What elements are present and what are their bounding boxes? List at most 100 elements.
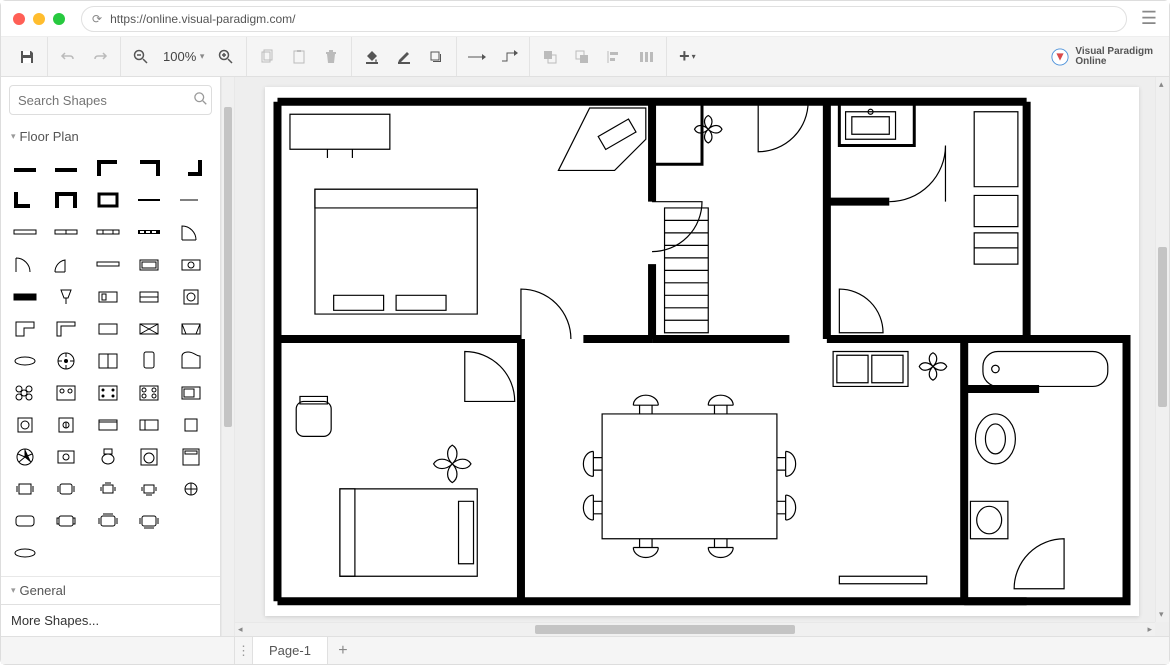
shape-fan[interactable] <box>52 348 80 372</box>
shape-table-3[interactable] <box>177 316 205 340</box>
shape-wall-h2[interactable] <box>52 156 80 180</box>
shape-seat-5[interactable] <box>177 476 205 500</box>
shape-wall-u[interactable] <box>52 188 80 212</box>
shape-armchair-3[interactable] <box>135 508 163 532</box>
shape-opening[interactable] <box>94 252 122 276</box>
shape-wall-corner-bl[interactable] <box>11 188 39 212</box>
shape-dryer[interactable] <box>177 444 205 468</box>
shape-wall-corner-tr[interactable] <box>135 156 163 180</box>
save-button[interactable] <box>13 43 41 71</box>
shape-seat-3[interactable] <box>94 476 122 500</box>
shape-safe[interactable] <box>52 444 80 468</box>
shape-switch[interactable] <box>52 412 80 436</box>
shape-lamp[interactable] <box>52 284 80 308</box>
line-color-button[interactable] <box>390 43 418 71</box>
copy-button[interactable] <box>253 43 281 71</box>
shape-oval[interactable] <box>11 540 39 564</box>
zoom-out-button[interactable] <box>127 43 155 71</box>
shape-washer[interactable] <box>135 444 163 468</box>
tab-drag-handle[interactable]: ⋮ <box>235 637 253 664</box>
paste-button[interactable] <box>285 43 313 71</box>
shape-plate[interactable] <box>11 348 39 372</box>
shape-appliance-1[interactable] <box>94 284 122 308</box>
horizontal-scrollbar[interactable]: ◂ ▸ <box>235 622 1155 636</box>
shape-plant[interactable] <box>11 380 39 404</box>
app-logo[interactable]: Visual Paradigm Online <box>1051 47 1163 67</box>
shape-tub[interactable] <box>11 508 39 532</box>
shape-window-2[interactable] <box>52 220 80 244</box>
shape-microwave[interactable] <box>177 380 205 404</box>
shape-wall-corner-br[interactable] <box>177 156 205 180</box>
shape-door-2[interactable] <box>52 252 80 276</box>
shape-door-arc[interactable] <box>177 220 205 244</box>
shape-stove-3[interactable] <box>135 380 163 404</box>
zoom-level[interactable]: 100% ▾ <box>159 49 208 64</box>
shape-window-1[interactable] <box>11 220 39 244</box>
reload-icon[interactable]: ⟳ <box>92 12 102 26</box>
floor-plan-drawing[interactable] <box>265 87 1139 616</box>
minimize-window-icon[interactable] <box>33 13 45 25</box>
shape-seat-1[interactable] <box>11 476 39 500</box>
shape-fridge[interactable] <box>135 348 163 372</box>
shape-armchair-1[interactable] <box>52 508 80 532</box>
shape-tv[interactable] <box>11 284 39 308</box>
to-front-button[interactable] <box>536 43 564 71</box>
shape-piano[interactable] <box>177 348 205 372</box>
line-style-button[interactable] <box>463 43 491 71</box>
undo-button[interactable] <box>54 43 82 71</box>
shape-empty[interactable] <box>177 508 205 532</box>
page-tab-1[interactable]: Page-1 <box>253 637 328 664</box>
shadow-button[interactable] <box>422 43 450 71</box>
shape-outlet[interactable] <box>11 412 39 436</box>
align-button[interactable] <box>600 43 628 71</box>
shape-sofa[interactable] <box>94 412 122 436</box>
insert-button[interactable]: +▾ <box>673 43 701 71</box>
shape-wall-thin[interactable] <box>135 188 163 212</box>
distribute-button[interactable] <box>632 43 660 71</box>
window-controls <box>13 13 65 25</box>
shape-sink-2[interactable] <box>177 252 205 276</box>
shape-wall-corner-tl[interactable] <box>94 156 122 180</box>
shape-seat-2[interactable] <box>52 476 80 500</box>
shape-wall-box[interactable] <box>94 188 122 212</box>
shape-window-4[interactable] <box>135 220 163 244</box>
palette-floor-plan-header[interactable]: Floor Plan <box>1 123 220 150</box>
shape-window-3[interactable] <box>94 220 122 244</box>
shape-desk[interactable] <box>52 316 80 340</box>
shape-wall-thin2[interactable] <box>177 188 205 212</box>
hamburger-menu-icon[interactable]: ☰ <box>1141 8 1157 29</box>
shape-appliance-3[interactable] <box>177 284 205 308</box>
shape-armchair-2[interactable] <box>94 508 122 532</box>
search-shapes-input[interactable] <box>9 85 212 115</box>
delete-button[interactable] <box>317 43 345 71</box>
zoom-in-button[interactable] <box>212 43 240 71</box>
shape-bed-small[interactable] <box>135 412 163 436</box>
fill-color-button[interactable] <box>358 43 386 71</box>
sidebar-scrollbar[interactable] <box>221 77 235 636</box>
connector-style-button[interactable] <box>495 43 523 71</box>
shape-table-1[interactable] <box>94 316 122 340</box>
maximize-window-icon[interactable] <box>53 13 65 25</box>
shape-stove-1[interactable] <box>52 380 80 404</box>
shape-wall-h[interactable] <box>11 156 39 180</box>
shape-toilet[interactable] <box>94 444 122 468</box>
shape-seat-4[interactable] <box>135 476 163 500</box>
address-bar[interactable]: ⟳ https://online.visual-paradigm.com/ <box>81 6 1127 32</box>
shape-appliance-2[interactable] <box>135 284 163 308</box>
shape-cabinet[interactable] <box>94 348 122 372</box>
to-back-button[interactable] <box>568 43 596 71</box>
redo-button[interactable] <box>86 43 114 71</box>
add-page-button[interactable]: + <box>328 637 358 664</box>
close-window-icon[interactable] <box>13 13 25 25</box>
palette-general-header[interactable]: General <box>1 576 220 604</box>
vertical-scrollbar[interactable]: ▴ ▾ <box>1155 77 1169 622</box>
shape-pie[interactable] <box>11 444 39 468</box>
shape-stove-2[interactable] <box>94 380 122 404</box>
shape-door-1[interactable] <box>11 252 39 276</box>
more-shapes-button[interactable]: More Shapes... <box>1 604 220 636</box>
shape-table-2[interactable] <box>135 316 163 340</box>
shape-desk-l[interactable] <box>11 316 39 340</box>
shape-chair[interactable] <box>177 412 205 436</box>
shape-sink-1[interactable] <box>135 252 163 276</box>
drawing-canvas[interactable]: ◂ ▸ ▴ ▾ <box>235 77 1169 636</box>
